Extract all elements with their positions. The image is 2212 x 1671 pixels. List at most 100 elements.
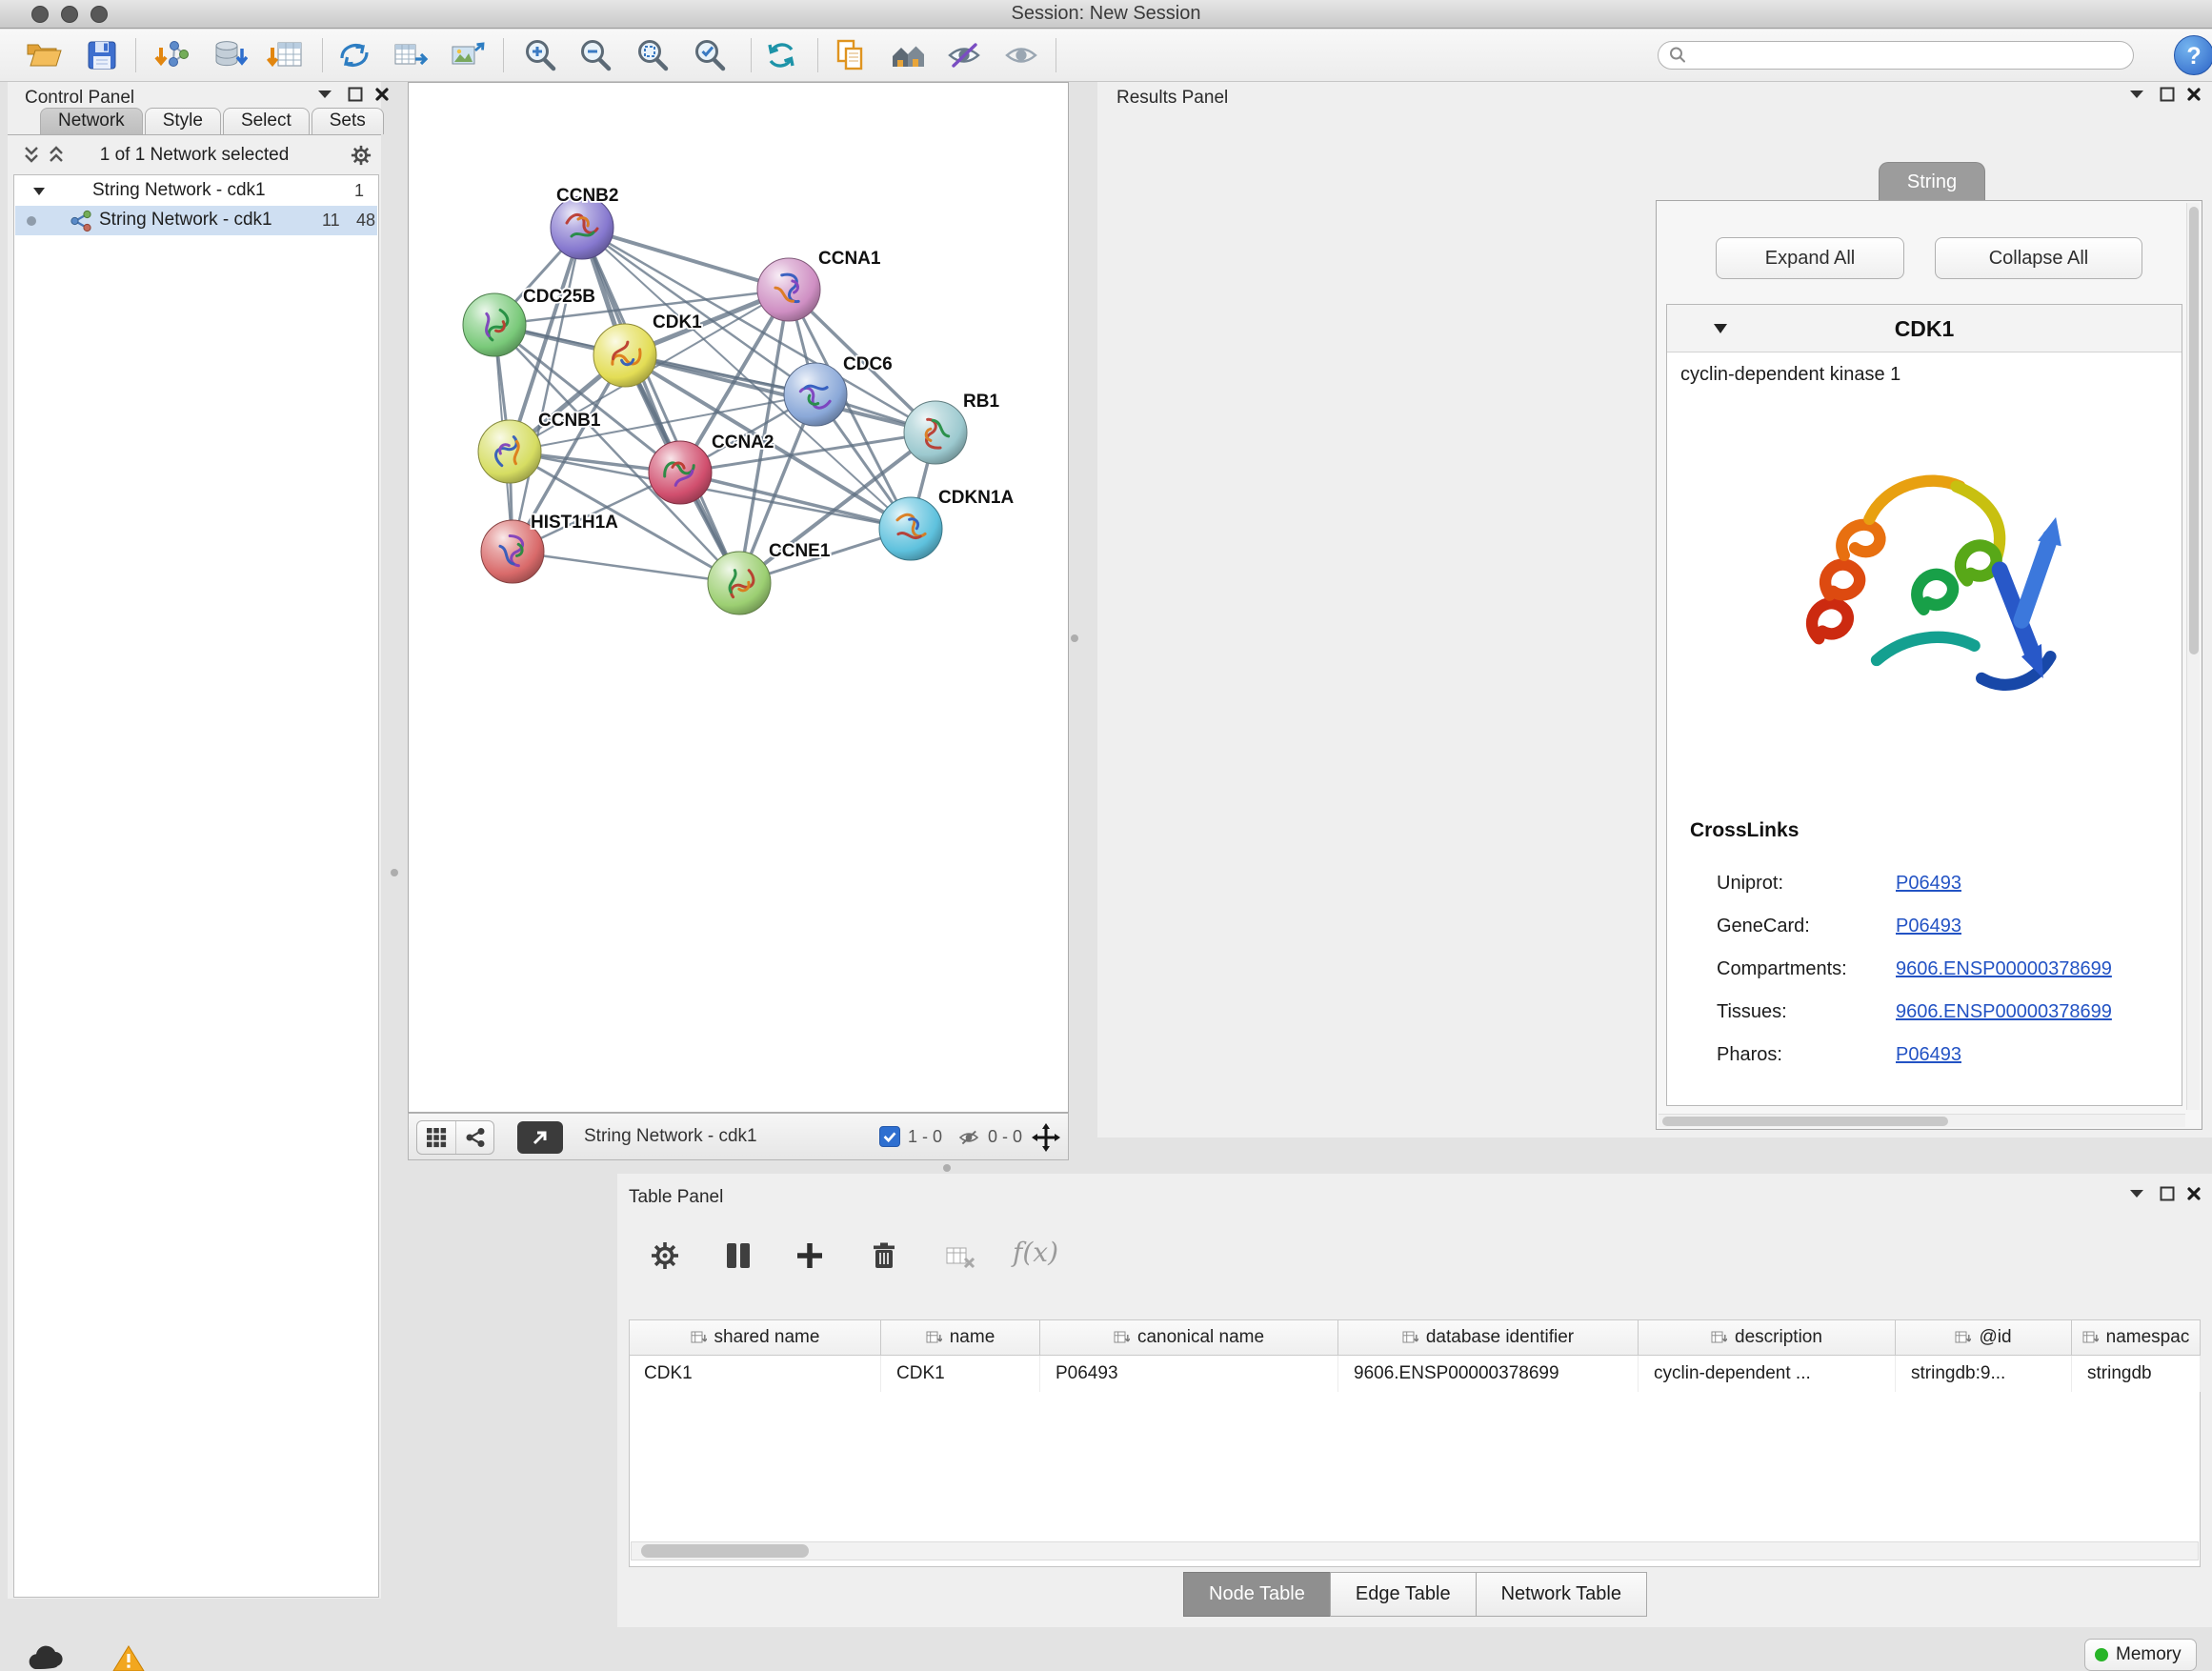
tab-sets[interactable]: Sets bbox=[312, 108, 384, 134]
crosslink-value-link[interactable]: P06493 bbox=[1896, 1044, 1961, 1066]
panel-collapse-icon[interactable] bbox=[2126, 1185, 2147, 1202]
crosslink-value-link[interactable]: 9606.ENSP00000378699 bbox=[1896, 958, 2112, 980]
network-node[interactable]: RB1 bbox=[904, 392, 999, 464]
redraw-network-button[interactable] bbox=[762, 36, 800, 74]
import-network-from-database-button[interactable] bbox=[210, 36, 248, 74]
grid-view-button[interactable] bbox=[417, 1121, 455, 1154]
scrollbar-thumb[interactable] bbox=[2189, 207, 2199, 654]
open-session-button[interactable] bbox=[24, 36, 62, 74]
create-table-button[interactable] bbox=[391, 36, 429, 74]
column-header-canonical-name[interactable]: canonical name bbox=[1040, 1319, 1338, 1356]
tree-expand-icon[interactable] bbox=[32, 187, 46, 196]
network-canvas[interactable]: CCNB2CCNA1CDC25BCDK1CDC6RB1CCNB1CCNA2CDK… bbox=[409, 83, 1068, 1112]
tab-network-table[interactable]: Network Table bbox=[1476, 1572, 1647, 1617]
tab-node-table[interactable]: Node Table bbox=[1183, 1572, 1331, 1617]
table-cell[interactable]: P06493 bbox=[1040, 1356, 1338, 1392]
add-column-icon[interactable] bbox=[793, 1238, 827, 1273]
import-network-button[interactable] bbox=[152, 36, 191, 74]
network-node[interactable]: HIST1H1A bbox=[481, 513, 618, 583]
delete-table-icon[interactable] bbox=[943, 1240, 977, 1275]
crosslink-value-link[interactable]: P06493 bbox=[1896, 873, 1961, 895]
memory-button[interactable]: Memory bbox=[2084, 1639, 2197, 1671]
panel-close-icon[interactable] bbox=[2183, 1185, 2204, 1202]
panel-float-icon[interactable] bbox=[345, 86, 366, 103]
panel-float-icon[interactable] bbox=[2157, 86, 2178, 103]
table-row[interactable]: CDK1CDK1P064939606.ENSP00000378699cyclin… bbox=[629, 1356, 2201, 1392]
column-header-shared-name[interactable]: shared name bbox=[629, 1319, 881, 1356]
tab-string[interactable]: String bbox=[1879, 162, 1985, 201]
table-cell[interactable]: cyclin-dependent ... bbox=[1639, 1356, 1896, 1392]
tab-edge-table[interactable]: Edge Table bbox=[1330, 1572, 1477, 1617]
pan-crosshair-button[interactable] bbox=[1032, 1123, 1060, 1152]
selected-checkbox[interactable] bbox=[879, 1126, 900, 1147]
column-header-namespac[interactable]: namespac bbox=[2072, 1319, 2201, 1356]
function-builder-icon[interactable]: f(x) bbox=[1013, 1237, 1058, 1268]
crosslink-value-link[interactable]: P06493 bbox=[1896, 916, 1961, 937]
gene-section-header[interactable]: CDK1 bbox=[1667, 305, 2182, 352]
new-network-from-selection-button[interactable] bbox=[335, 36, 373, 74]
panel-close-icon[interactable] bbox=[2183, 86, 2204, 103]
table-cell[interactable]: stringdb:9... bbox=[1896, 1356, 2072, 1392]
show-columns-icon[interactable] bbox=[721, 1238, 755, 1273]
table-cell[interactable]: stringdb bbox=[2072, 1356, 2201, 1392]
network-edge[interactable] bbox=[513, 552, 739, 583]
network-node[interactable]: CCNA1 bbox=[757, 249, 881, 321]
network-edge[interactable] bbox=[513, 228, 582, 552]
hide-annotations-button[interactable] bbox=[945, 36, 983, 74]
network-row-selected[interactable]: String Network - cdk1 11 48 bbox=[15, 206, 377, 235]
section-collapse-icon[interactable] bbox=[1713, 323, 1728, 334]
results-vertical-scrollbar[interactable] bbox=[2186, 203, 2200, 1110]
crosslink-value-link[interactable]: 9606.ENSP00000378699 bbox=[1896, 1001, 2112, 1023]
birdseye-view-button[interactable] bbox=[517, 1121, 563, 1154]
show-graphics-details-button[interactable] bbox=[1002, 36, 1040, 74]
panel-float-icon[interactable] bbox=[2157, 1185, 2178, 1202]
table-cell[interactable]: 9606.ENSP00000378699 bbox=[1338, 1356, 1639, 1392]
import-table-button[interactable] bbox=[267, 36, 305, 74]
network-share-button[interactable] bbox=[455, 1121, 493, 1154]
network-collection-row[interactable]: String Network - cdk1 1 bbox=[15, 177, 377, 206]
tab-style[interactable]: Style bbox=[145, 108, 221, 134]
network-view[interactable]: CCNB2CCNA1CDC25BCDK1CDC6RB1CCNB1CCNA2CDK… bbox=[408, 82, 1069, 1113]
network-node[interactable]: CCNB2 bbox=[551, 186, 618, 259]
panel-collapse-icon[interactable] bbox=[314, 86, 335, 103]
table-cell[interactable]: CDK1 bbox=[881, 1356, 1040, 1392]
network-edge[interactable] bbox=[582, 228, 789, 290]
results-horizontal-scrollbar[interactable] bbox=[1659, 1114, 2185, 1127]
save-session-button[interactable] bbox=[83, 36, 121, 74]
zoom-in-button[interactable] bbox=[521, 36, 559, 74]
export-network-image-button[interactable] bbox=[448, 36, 486, 74]
column-header-database-identifier[interactable]: database identifier bbox=[1338, 1319, 1639, 1356]
table-cell[interactable]: CDK1 bbox=[629, 1356, 881, 1392]
network-node[interactable]: CCNB1 bbox=[478, 411, 601, 483]
search-input[interactable] bbox=[1693, 43, 2112, 68]
expand-all-button[interactable]: Expand All bbox=[1716, 237, 1904, 279]
horizontal-scrollbar-thumb[interactable] bbox=[641, 1544, 809, 1558]
delete-column-trash-icon[interactable] bbox=[867, 1238, 901, 1273]
zoom-out-button[interactable] bbox=[576, 36, 614, 74]
panel-close-icon[interactable] bbox=[372, 86, 392, 103]
tab-select[interactable]: Select bbox=[223, 108, 310, 134]
gear-icon[interactable] bbox=[349, 143, 373, 168]
scrollbar-thumb[interactable] bbox=[1662, 1117, 1948, 1126]
node-count: 11 bbox=[322, 211, 340, 231]
left-splitter-handle[interactable] bbox=[391, 869, 398, 876]
warning-status-icon[interactable] bbox=[112, 1644, 145, 1671]
column-header--id[interactable]: @id bbox=[1896, 1319, 2072, 1356]
network-node[interactable]: CDKN1A bbox=[879, 488, 1014, 560]
column-header-name[interactable]: name bbox=[881, 1319, 1040, 1356]
zoom-fit-button[interactable] bbox=[633, 36, 672, 74]
table-settings-gear-icon[interactable] bbox=[648, 1238, 682, 1273]
right-splitter-handle[interactable] bbox=[1071, 634, 1078, 642]
horizontal-splitter-handle[interactable] bbox=[943, 1164, 951, 1172]
tab-network[interactable]: Network bbox=[40, 108, 143, 134]
collapse-all-button[interactable]: Collapse All bbox=[1935, 237, 2142, 279]
column-header-description[interactable]: description bbox=[1639, 1319, 1896, 1356]
help-button[interactable]: ? bbox=[2174, 35, 2212, 75]
zoom-selected-button[interactable] bbox=[691, 36, 729, 74]
selection-summary: 1 of 1 Network selected bbox=[8, 145, 381, 166]
panel-collapse-icon[interactable] bbox=[2126, 86, 2147, 103]
network-overview-button[interactable] bbox=[889, 36, 927, 74]
clone-network-button[interactable] bbox=[832, 36, 870, 74]
table-horizontal-scrollbar[interactable] bbox=[631, 1541, 2199, 1560]
cloud-status-icon[interactable] bbox=[25, 1644, 67, 1671]
